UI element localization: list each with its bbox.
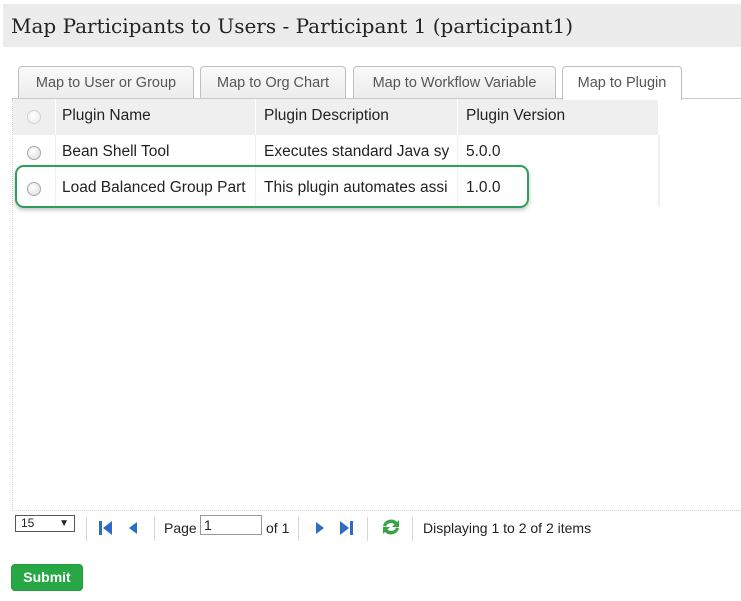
table-row[interactable]: Bean Shell Tool Executes standard Java s… [13, 135, 659, 171]
header-select-cell [13, 99, 56, 135]
page-size-select[interactable]: 15 ▼ [15, 515, 75, 532]
cell-plugin-version: 5.0.0 [458, 135, 659, 171]
header-plugin-description[interactable]: Plugin Description [256, 99, 458, 135]
cell-plugin-version: 1.0.0 [458, 171, 659, 207]
page-of-label: of 1 [266, 520, 290, 536]
plugin-grid: Plugin Name Plugin Description Plugin Ve… [12, 99, 741, 509]
pager-separator [298, 517, 299, 541]
grid-column-divider [659, 135, 660, 207]
pager-separator [86, 517, 87, 541]
table-row[interactable]: Load Balanced Group Part This plugin aut… [13, 171, 659, 207]
row-select-cell[interactable] [13, 135, 56, 171]
next-page-icon[interactable] [312, 519, 328, 537]
page-title: Map Participants to Users - Participant … [11, 14, 574, 38]
page-size-value: 15 [21, 516, 35, 530]
tab-map-plugin[interactable]: Map to Plugin [562, 66, 682, 100]
tab-bar: Map to User or Group Map to Org Chart Ma… [0, 66, 741, 100]
cell-plugin-description: Executes standard Java sy [256, 135, 458, 171]
header-plugin-name[interactable]: Plugin Name [54, 99, 256, 135]
radio-icon[interactable] [27, 146, 41, 160]
cell-plugin-name: Bean Shell Tool [54, 135, 256, 171]
page-label: Page [164, 520, 197, 536]
header-plugin-version[interactable]: Plugin Version [458, 99, 659, 135]
row-select-cell[interactable] [13, 171, 56, 207]
tab-map-workflow-variable[interactable]: Map to Workflow Variable [353, 66, 556, 98]
first-page-icon[interactable] [98, 519, 114, 537]
title-bar: Map Participants to Users - Participant … [3, 4, 741, 47]
radio-icon [27, 110, 41, 124]
tab-map-org-chart[interactable]: Map to Org Chart [200, 66, 346, 98]
cell-plugin-name: Load Balanced Group Part [54, 171, 256, 207]
tab-map-user-group[interactable]: Map to User or Group [18, 66, 194, 98]
pager-separator [412, 517, 413, 541]
pagination-bar: 15 ▼ Page 1 of 1 Displaying 1 to 2 of 2 … [12, 510, 741, 544]
submit-button[interactable]: Submit [11, 564, 83, 591]
pager-separator [367, 517, 368, 541]
pager-separator [154, 517, 155, 541]
cell-plugin-description: This plugin automates assi [256, 171, 458, 207]
grid-header: Plugin Name Plugin Description Plugin Ve… [13, 99, 659, 135]
radio-icon[interactable] [27, 182, 41, 196]
display-status: Displaying 1 to 2 of 2 items [423, 520, 592, 536]
prev-page-icon[interactable] [125, 519, 141, 537]
chevron-down-icon: ▼ [59, 518, 69, 529]
refresh-icon[interactable] [380, 517, 402, 537]
last-page-icon[interactable] [338, 519, 354, 537]
page-number-input[interactable]: 1 [200, 515, 262, 535]
